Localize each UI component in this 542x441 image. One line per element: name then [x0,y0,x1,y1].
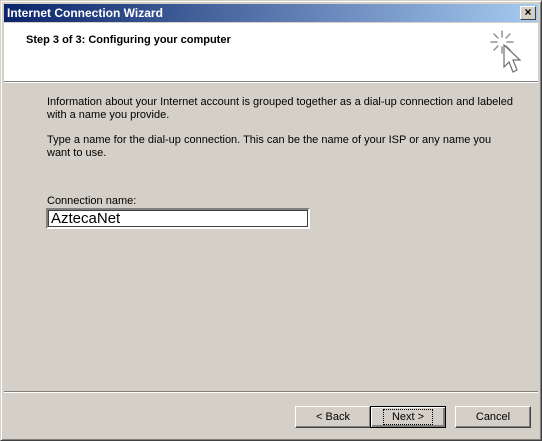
step-title: Step 3 of 3: Configuring your computer [26,34,231,46]
connection-name-label: Connection name: [47,195,137,207]
footer-divider [4,391,538,393]
next-button-label: Next > [382,409,434,425]
wizard-window: Internet Connection Wizard × Step 3 of 3… [0,0,542,441]
wizard-cursor-sparkle-icon [490,30,522,73]
close-icon: × [524,5,532,19]
header-divider [4,81,538,83]
cancel-button[interactable]: Cancel [455,406,531,428]
info-paragraph: Information about your Internet account … [47,96,513,121]
window-title: Internet Connection Wizard [7,6,163,20]
next-button[interactable]: Next > [370,406,446,428]
back-button-label: < Back [316,411,350,423]
connection-name-input[interactable] [46,208,310,229]
wizard-content: Information about your Internet account … [47,96,517,172]
instruction-paragraph: Type a name for the dial-up connection. … [47,134,492,159]
close-button[interactable]: × [520,6,536,20]
title-bar[interactable]: Internet Connection Wizard × [4,4,538,22]
cancel-button-label: Cancel [475,411,511,423]
wizard-header: Step 3 of 3: Configuring your computer [4,23,538,81]
back-button[interactable]: < Back [295,406,371,428]
